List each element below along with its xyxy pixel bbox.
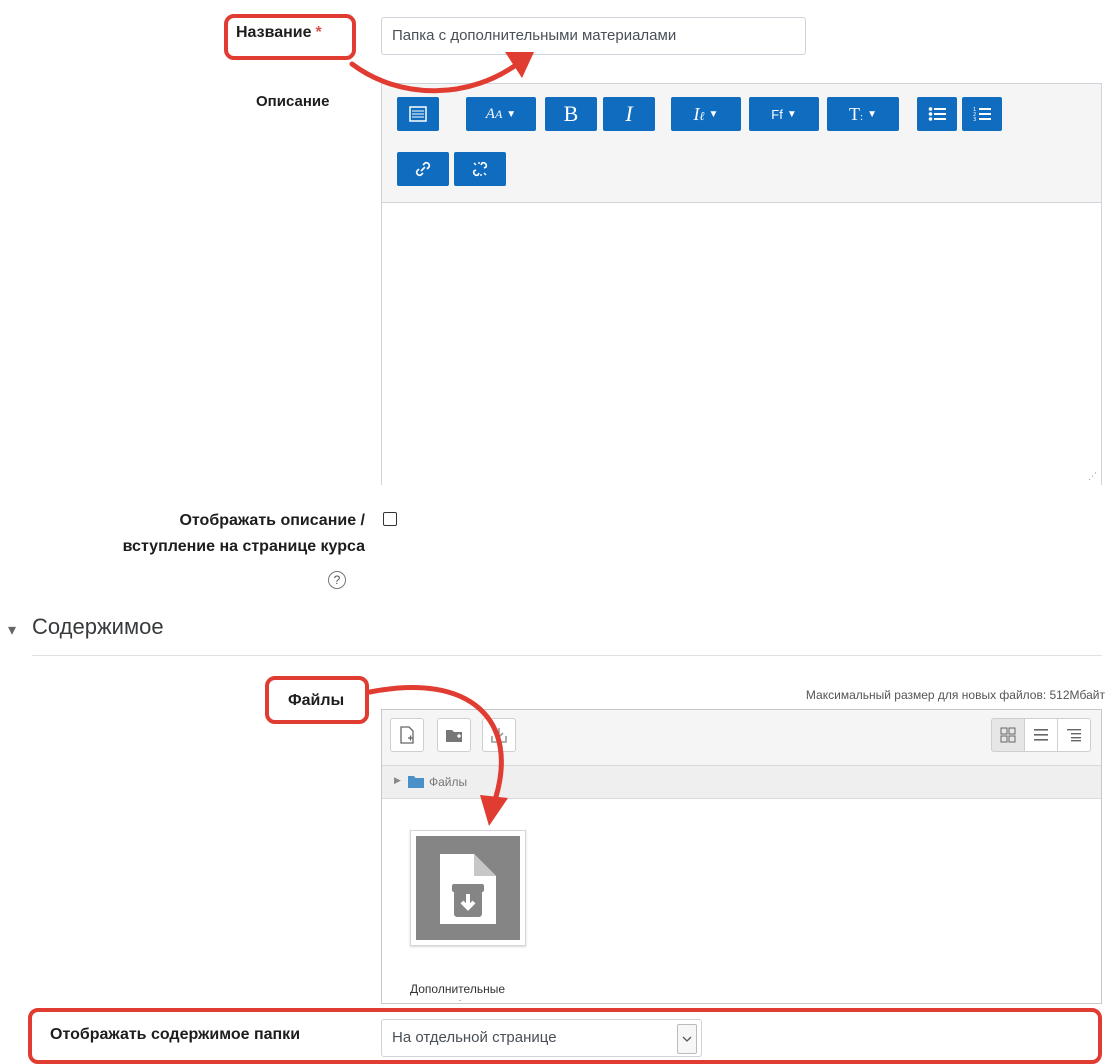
archive-file-icon	[416, 836, 520, 940]
link-icon[interactable]	[397, 152, 449, 186]
description-label: Описание	[256, 93, 330, 110]
name-arrowhead	[505, 52, 534, 78]
show-description-checkbox[interactable]	[383, 512, 397, 526]
view-list-icon[interactable]	[1024, 718, 1058, 752]
description-editor: AA ▼ B I Iℓ ▼ Ff ▼ T: ▼ 123 ⋰	[381, 83, 1102, 485]
unordered-list-icon[interactable]	[917, 97, 957, 131]
file-manager-path-bar: ▶ Файлы	[382, 766, 1101, 799]
folder-icon	[408, 775, 424, 791]
file-name-overflow: .	[458, 994, 462, 1003]
unlink-icon[interactable]	[454, 152, 506, 186]
section-collapse-icon[interactable]: ▾	[8, 620, 16, 640]
paragraph-style-icon[interactable]: T: ▼	[827, 97, 899, 131]
path-label[interactable]: Файлы	[429, 775, 467, 789]
file-manager: ▶ Файлы Дополнительные .	[381, 709, 1102, 1004]
section-title[interactable]: Содержимое	[32, 614, 164, 640]
help-icon[interactable]: ?	[328, 571, 346, 589]
max-size-text: Максимальный размер для новых файлов: 51…	[805, 688, 1105, 702]
font-size-icon[interactable]: AA ▼	[466, 97, 536, 131]
file-name[interactable]: Дополнительные	[410, 982, 528, 996]
resize-handle-icon[interactable]: ⋰	[1088, 471, 1097, 482]
create-folder-icon[interactable]	[437, 718, 471, 752]
file-manager-toolbar	[382, 710, 1101, 766]
bold-icon[interactable]: B	[545, 97, 597, 131]
ordered-list-icon[interactable]: 123	[962, 97, 1002, 131]
download-all-icon[interactable]	[482, 718, 516, 752]
italic-icon[interactable]: I	[603, 97, 655, 131]
view-icons-icon[interactable]	[991, 718, 1025, 752]
view-tree-icon[interactable]	[1057, 718, 1091, 752]
name-input[interactable]: Папка с дополнительными материалами	[381, 17, 806, 55]
show-description-label-line2: вступление на странице курса	[122, 538, 365, 555]
text-color-icon[interactable]: Iℓ ▼	[671, 97, 741, 131]
editor-toolbar: AA ▼ B I Iℓ ▼ Ff ▼ T: ▼ 123	[382, 84, 1101, 202]
file-item[interactable]: Дополнительные .	[410, 830, 528, 1003]
toolbar-toggle-icon[interactable]	[397, 97, 439, 131]
add-file-icon[interactable]	[390, 718, 424, 752]
show-description-label-line1: Отображать описание /	[179, 512, 365, 529]
files-callout	[265, 676, 369, 724]
show-description-label: Отображать описание / вступление на стра…	[50, 508, 365, 560]
editor-content-area[interactable]	[382, 202, 1101, 485]
file-thumbnail[interactable]	[410, 830, 526, 946]
display-callout	[28, 1008, 1102, 1064]
font-family-icon[interactable]: Ff ▼	[749, 97, 819, 131]
svg-text:3: 3	[973, 117, 976, 122]
section-divider	[32, 655, 1102, 656]
name-callout	[224, 14, 356, 60]
expand-arrow-icon[interactable]: ▶	[394, 775, 401, 786]
